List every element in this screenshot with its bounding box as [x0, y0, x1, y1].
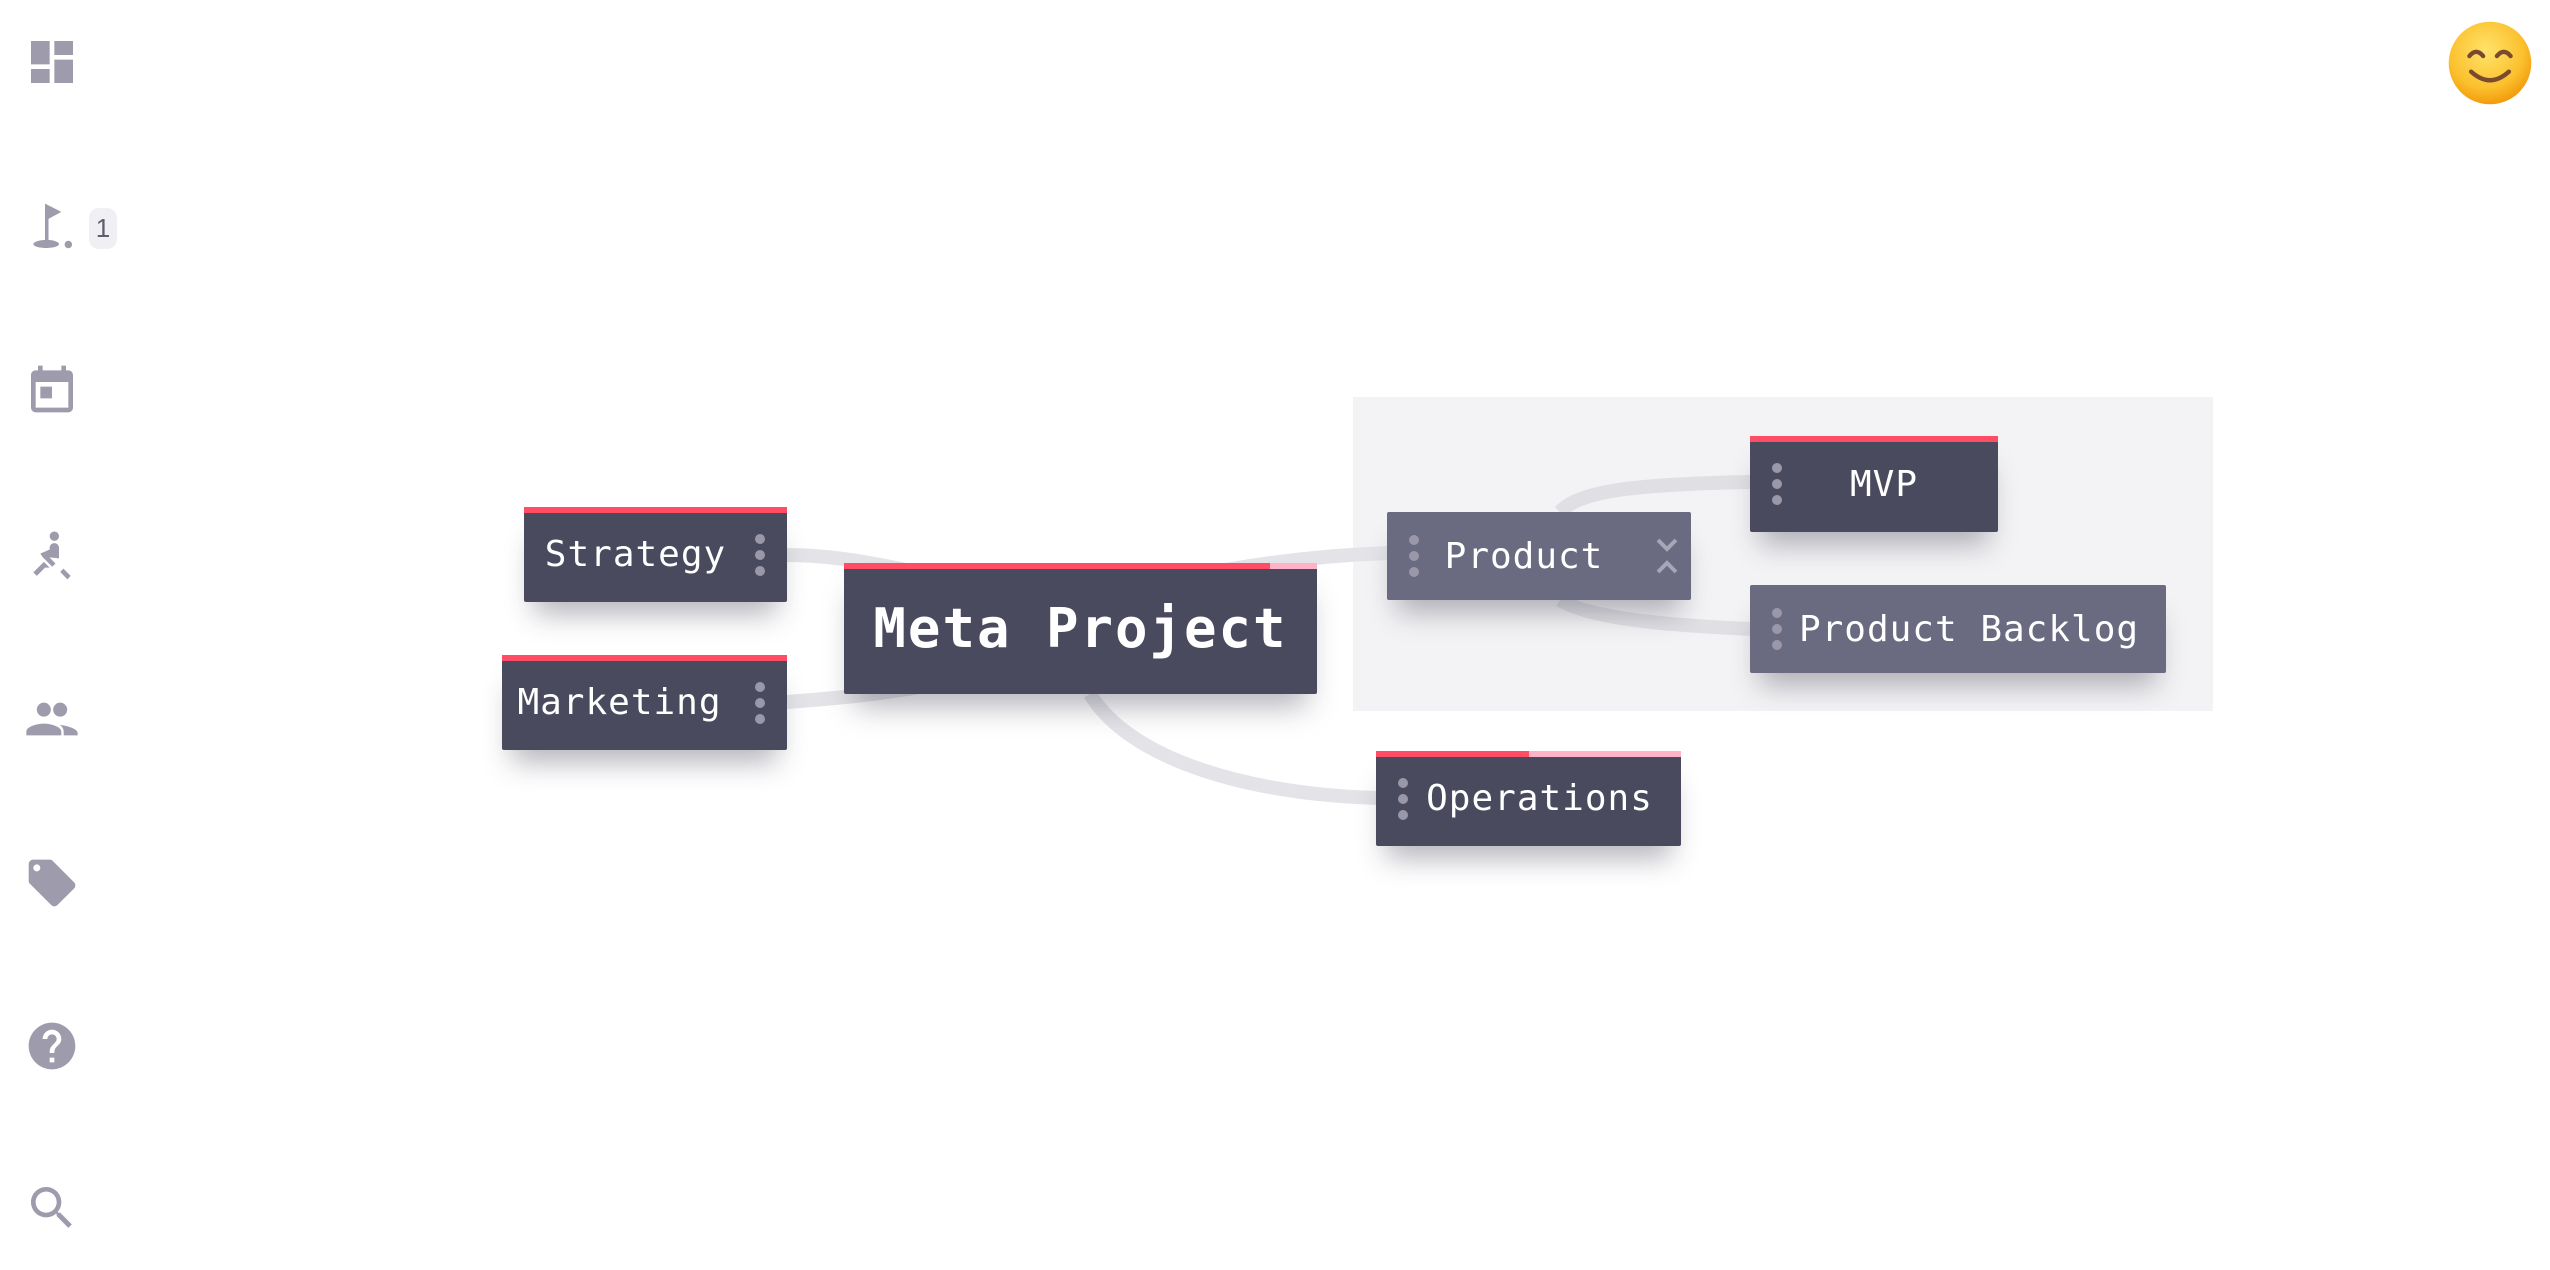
- node-strategy[interactable]: Strategy: [524, 507, 787, 602]
- node-label: Strategy: [544, 534, 727, 575]
- drag-handle-icon[interactable]: [755, 681, 765, 724]
- progress-bar: [524, 507, 787, 513]
- progress-fill: [1750, 436, 1998, 442]
- link-product-mvp: [1554, 475, 1753, 518]
- node-product-backlog[interactable]: Product Backlog: [1750, 585, 2166, 673]
- node-label: Product: [1444, 535, 1604, 577]
- drag-handle-icon[interactable]: [1398, 777, 1408, 820]
- node-marketing[interactable]: Marketing: [502, 655, 787, 750]
- drag-handle-icon[interactable]: [1772, 608, 1782, 650]
- node-label: Marketing: [517, 682, 722, 723]
- drag-handle-icon[interactable]: [755, 533, 765, 576]
- link-root-operations: [1084, 690, 1381, 805]
- progress-fill: [1376, 751, 1529, 757]
- progress-bar: [844, 563, 1317, 569]
- node-label: Operations: [1426, 778, 1653, 819]
- link-product-backlog: [1556, 593, 1753, 636]
- progress-bar: [1750, 436, 1998, 442]
- mindmap-canvas[interactable]: Strategy Marketing Meta Project Product …: [0, 0, 2550, 1270]
- node-mvp[interactable]: MVP: [1750, 436, 1998, 532]
- progress-fill: [524, 507, 787, 513]
- node-label: MVP: [1849, 463, 1919, 505]
- progress-bar: [502, 655, 787, 661]
- node-root-meta-project[interactable]: Meta Project: [844, 563, 1317, 694]
- drag-handle-icon[interactable]: [1772, 463, 1782, 505]
- node-operations[interactable]: Operations: [1376, 751, 1681, 846]
- progress-bar: [1376, 751, 1681, 757]
- node-label: Meta Project: [873, 597, 1288, 660]
- node-product[interactable]: Product: [1387, 512, 1691, 600]
- progress-fill: [844, 563, 1270, 569]
- drag-handle-icon[interactable]: [1409, 535, 1419, 577]
- node-label: Product Backlog: [1798, 608, 2140, 650]
- progress-fill: [502, 655, 787, 661]
- collapse-chevrons-icon[interactable]: [1653, 534, 1681, 578]
